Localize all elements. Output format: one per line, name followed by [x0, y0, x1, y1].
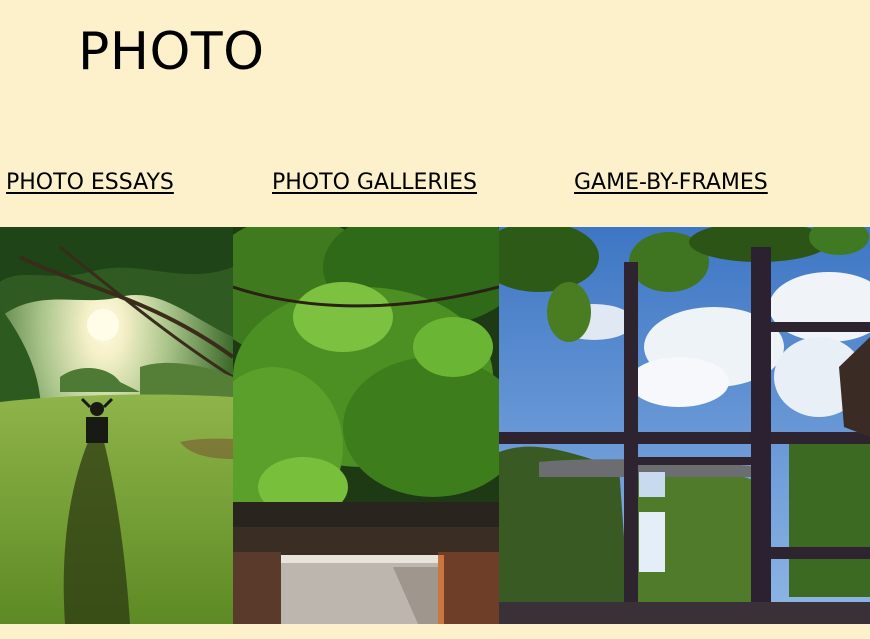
window-reflection-image — [499, 227, 870, 624]
photo-thumbnail-foliage-entrance[interactable] — [233, 227, 499, 624]
nav-link-photo-essays[interactable]: PHOTO ESSAYS — [6, 168, 174, 198]
foliage-entrance-image — [233, 227, 499, 624]
page-title: PHOTO — [78, 22, 265, 82]
nav-link-photo-galleries[interactable]: PHOTO GALLERIES — [272, 168, 477, 198]
nav-link-game-by-frames[interactable]: GAME-BY-FRAMES — [574, 168, 768, 198]
photo-thumbnail-window-reflection[interactable] — [499, 227, 870, 624]
photo-strip — [0, 227, 870, 624]
page-footer-band — [0, 624, 870, 639]
park-sunset-image — [0, 227, 233, 624]
photo-thumbnail-park-sunset[interactable] — [0, 227, 233, 624]
